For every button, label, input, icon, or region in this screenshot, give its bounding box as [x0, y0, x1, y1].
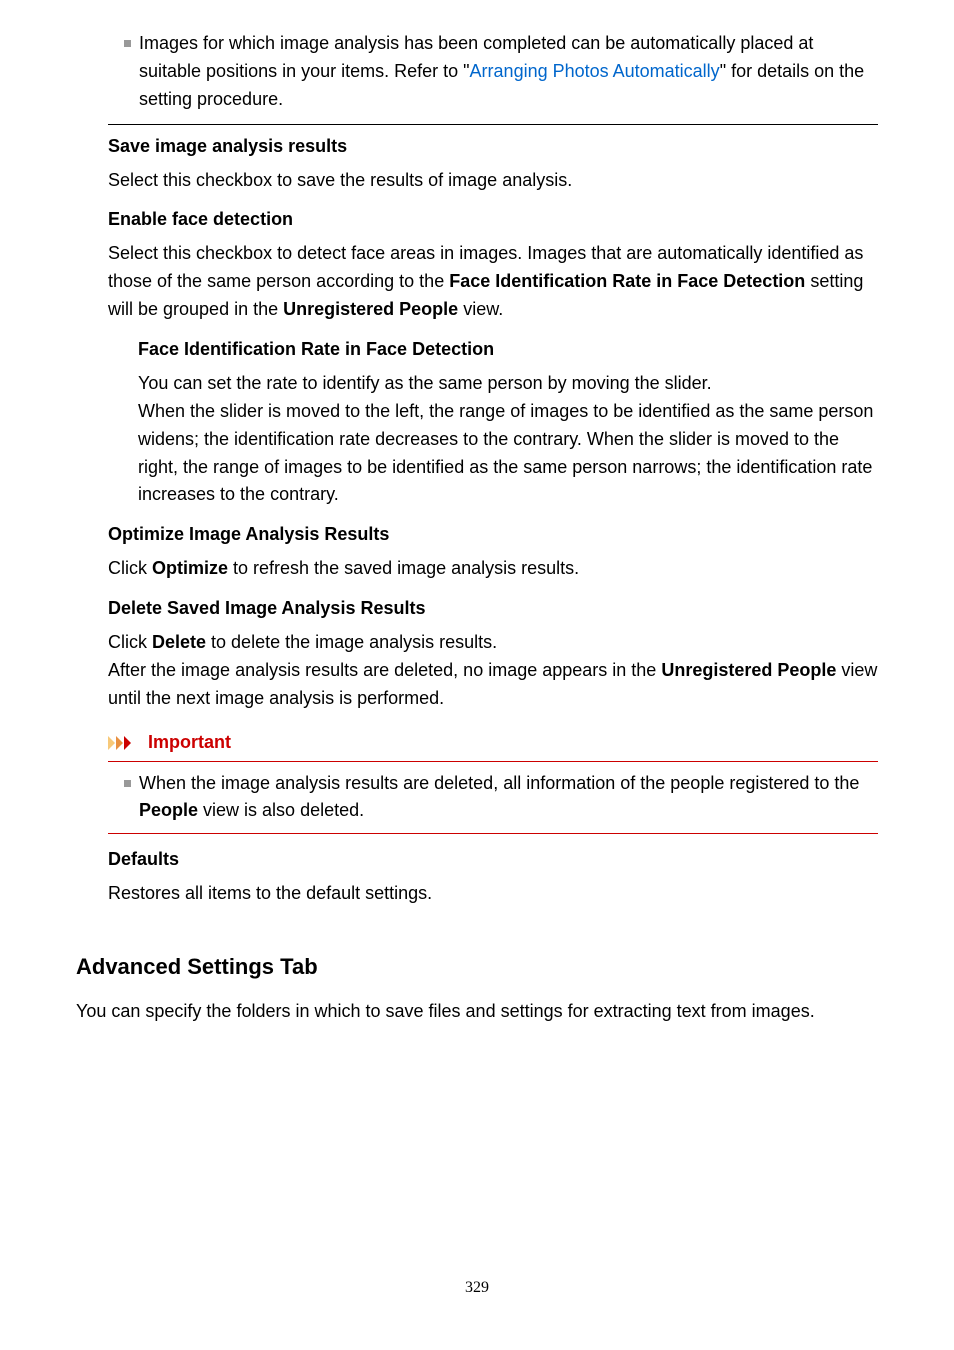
square-bullet-icon — [124, 40, 131, 47]
body-delete-1: Click Delete to delete the image analysi… — [108, 629, 878, 657]
body-face-rate-1: You can set the rate to identify as the … — [138, 370, 878, 398]
body-delete-2: After the image analysis results are del… — [108, 657, 878, 713]
divider — [108, 124, 878, 125]
note-bullet-item: Images for which image analysis has been… — [124, 30, 878, 114]
heading-advanced: Advanced Settings Tab — [76, 950, 878, 984]
important-header: Important — [108, 729, 878, 757]
square-bullet-icon — [124, 780, 131, 787]
note-text: Images for which image analysis has been… — [139, 30, 878, 114]
page-number: 329 — [76, 1276, 878, 1331]
important-divider-bottom — [108, 833, 878, 834]
body-optimize: Click Optimize to refresh the saved imag… — [108, 555, 878, 583]
important-label: Important — [148, 729, 231, 757]
heading-enable-face: Enable face detection — [108, 206, 878, 234]
body-enable-face: Select this checkbox to detect face area… — [108, 240, 878, 324]
heading-delete: Delete Saved Image Analysis Results — [108, 595, 878, 623]
important-bullet-item: When the image analysis results are dele… — [124, 770, 878, 826]
heading-defaults: Defaults — [108, 846, 878, 874]
body-face-rate-2: When the slider is moved to the left, th… — [138, 398, 878, 510]
heading-face-rate: Face Identification Rate in Face Detecti… — [138, 336, 878, 364]
important-text: When the image analysis results are dele… — [139, 770, 878, 826]
body-advanced: You can specify the folders in which to … — [76, 998, 878, 1026]
heading-save-results: Save image analysis results — [108, 133, 878, 161]
chevrons-right-icon — [108, 734, 142, 752]
arranging-photos-link[interactable]: Arranging Photos Automatically — [470, 61, 720, 81]
heading-optimize: Optimize Image Analysis Results — [108, 521, 878, 549]
important-divider-top — [108, 761, 878, 762]
body-save-results: Select this checkbox to save the results… — [108, 167, 878, 195]
body-defaults: Restores all items to the default settin… — [108, 880, 878, 908]
